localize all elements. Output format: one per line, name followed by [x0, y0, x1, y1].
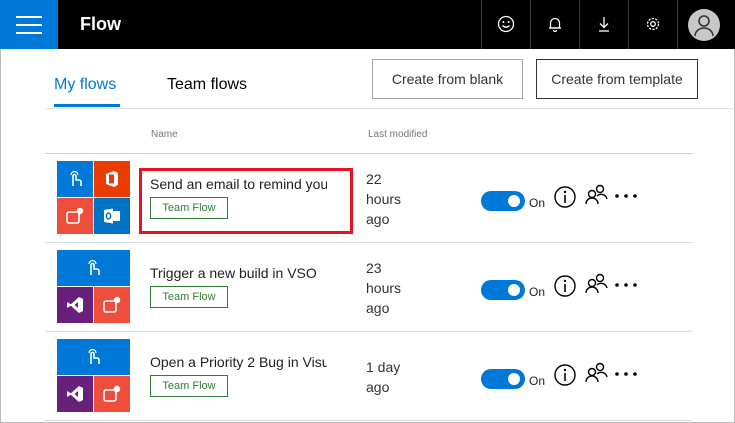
column-header-name[interactable]: Name — [151, 129, 178, 140]
people-icon[interactable] — [584, 361, 608, 385]
touch-icon — [57, 339, 130, 375]
team-flow-badge: Team Flow — [150, 375, 228, 397]
last-modified: 23 hours ago — [366, 260, 402, 316]
office-icon — [94, 161, 130, 197]
info-icon[interactable] — [553, 363, 577, 387]
column-header-last-modified[interactable]: Last modified — [368, 129, 427, 140]
notification-icon — [57, 198, 93, 234]
last-modified: 22 hours ago — [366, 171, 402, 227]
flow-row[interactable]: Open a Priority 2 Bug in Visual Studio T… — [45, 332, 692, 421]
connector-tiles — [57, 250, 130, 323]
tab-selected-indicator — [54, 104, 120, 107]
flow-row[interactable]: Trigger a new build in VSO Team Flow 23 … — [45, 243, 692, 332]
connector-tiles — [57, 161, 130, 234]
avatar-icon[interactable] — [688, 9, 720, 41]
create-from-template-button[interactable]: Create from template — [536, 59, 698, 99]
info-icon[interactable] — [553, 185, 577, 209]
toggle-knob — [508, 284, 520, 296]
flow-toggle[interactable] — [481, 369, 525, 389]
notification-icon — [94, 287, 130, 323]
touch-icon — [57, 250, 130, 286]
flow-toggle[interactable] — [481, 280, 525, 300]
touch-icon — [57, 161, 93, 197]
download-icon[interactable] — [579, 0, 628, 49]
gear-icon[interactable] — [628, 0, 677, 49]
create-from-blank-button[interactable]: Create from blank — [372, 59, 523, 99]
flow-name[interactable]: Trigger a new build in VSO — [150, 265, 327, 285]
connector-tiles — [57, 339, 130, 412]
toggle-label: On — [529, 374, 546, 388]
more-options-icon[interactable] — [613, 191, 639, 201]
divider — [45, 108, 735, 109]
more-options-icon[interactable] — [613, 369, 639, 379]
toggle-knob — [508, 195, 520, 207]
visual-studio-icon — [57, 287, 93, 323]
visual-studio-icon — [57, 376, 93, 412]
highlight-box — [139, 168, 353, 234]
app-title: Flow — [80, 14, 121, 34]
smiley-icon[interactable] — [481, 0, 530, 49]
last-modified: 1 day ago — [366, 359, 401, 395]
notification-icon — [94, 376, 130, 412]
more-options-icon[interactable] — [613, 280, 639, 290]
top-bar: Flow — [0, 0, 735, 49]
menu-icon[interactable] — [0, 0, 58, 49]
outlook-icon — [94, 198, 130, 234]
people-icon[interactable] — [584, 183, 608, 207]
bell-icon[interactable] — [530, 0, 579, 49]
tab-my-flows[interactable]: My flows — [54, 76, 116, 94]
people-icon[interactable] — [584, 272, 608, 296]
flow-name[interactable]: Open a Priority 2 Bug in Visual Studio — [150, 354, 327, 374]
toggle-knob — [508, 373, 520, 385]
flow-toggle[interactable] — [481, 191, 525, 211]
toggle-label: On — [529, 285, 546, 299]
info-icon[interactable] — [553, 274, 577, 298]
toggle-label: On — [529, 196, 546, 210]
team-flow-badge: Team Flow — [150, 286, 228, 308]
tab-team-flows[interactable]: Team flows — [167, 76, 247, 94]
